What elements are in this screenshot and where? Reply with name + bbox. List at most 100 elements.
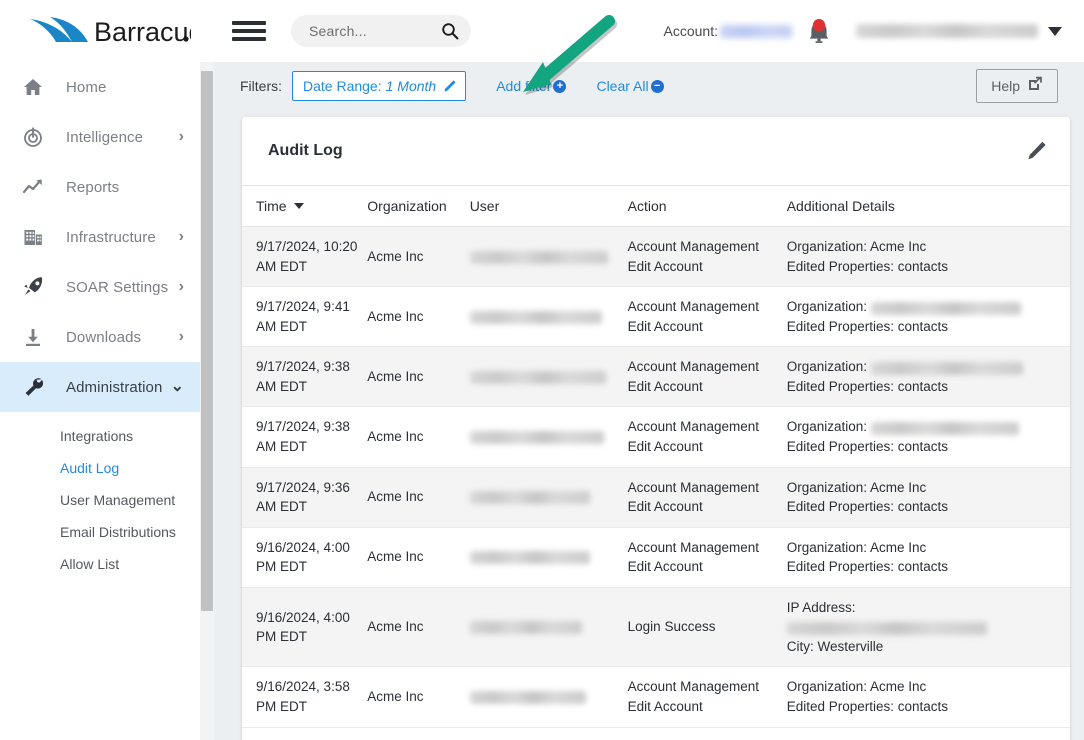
barracuda-logo[interactable]: Barracuda [0,0,200,62]
cell-user [469,666,628,728]
help-button[interactable]: Help [976,69,1058,103]
add-filter-button[interactable]: Add filter + [496,78,567,94]
table-row[interactable]: 9/17/2024, 9:38 AM EDT Acme Inc Account Ma… [242,406,1070,468]
column-header-label: Action [627,198,667,214]
cell-action: Account Management Edit Account [627,286,787,348]
table-row[interactable]: 9/17/2024, 9:41 AM EDT Acme Inc Account Ma… [242,286,1070,348]
sidebar-item-label: SOAR Settings [66,278,169,296]
cell-action: Account Management Edit Account [627,226,787,288]
action-line: Account Management [627,539,759,555]
sidebar-subitem-email-distributions[interactable]: Email Distributions [0,516,200,548]
action-line: Edit Account [627,438,703,454]
bell-icon[interactable] [806,17,832,45]
column-header-label: Organization [367,198,447,214]
column-header-time[interactable]: Time [242,185,368,227]
cell-user [469,527,628,588]
table-row[interactable]: 9/16/2024, 4:00 PM EDT Acme Inc Login Succ… [242,587,1070,668]
detail-line: Organization: [787,417,1064,437]
hamburger-menu-icon[interactable] [232,18,266,44]
detail-line: Organization: Acme Inc [786,479,927,495]
sidebar-item-administration[interactable]: Administration ⌄ [0,362,200,412]
cell-organization: Acme Inc [367,587,470,668]
account-area: Account: [664,0,1084,62]
action-line: Account Management [627,679,759,695]
cell-time: 9/17/2024, 9:38 AM EDT [242,346,368,408]
cell-organization: Acme Inc [367,226,470,288]
minus-icon: − [650,79,664,93]
wrench-icon [22,376,52,398]
table-row[interactable]: 9/17/2024, 9:38 AM EDT Acme Inc Account Ma… [242,346,1070,408]
detail-line: Edited Properties: contacts [786,699,949,714]
sidebar-subitem-integrations[interactable]: Integrations [0,420,200,452]
cell-additional-details: Organization: Acme Inc Edited Properties:… [786,666,1070,728]
cell-organization: Acme Inc [367,406,470,468]
sidebar-subitem-audit-log[interactable]: Audit Log [0,452,200,484]
audit-log-page: Barracuda Search... Account: [0,0,1084,740]
main-content: Filters: Date Range: 1 Month Add filter … [214,55,1084,740]
action-line: Account Management [627,359,759,375]
sidebar-item-infrastructure[interactable]: Infrastructure › [0,212,200,262]
page-scrollbar[interactable] [200,55,214,740]
scrollbar-thumb[interactable] [201,71,213,611]
cell-additional-details: Organization: Acme Inc Edited Properties:… [786,467,1070,528]
column-header-label: User [469,198,500,214]
cell-action: Account Management Edit Account [627,527,787,588]
user-value-redacted [469,370,606,384]
column-header-organization[interactable]: Organization [367,185,470,227]
column-header-user[interactable]: User [469,185,628,227]
sidebar-item-reports[interactable]: Reports [0,162,200,212]
cell-time: 9/17/2024, 9:41 AM EDT [242,286,368,348]
cell-additional-details: Organization: Acme Inc Edited Properties:… [786,527,1070,588]
action-line: Edit Account [627,318,703,334]
sidebar-subitem-user-management[interactable]: User Management [0,484,200,516]
detail-line: Organization: [787,297,1064,317]
cell-action: Login Success [627,587,787,668]
sidebar-subitem-label: Allow List [60,556,120,572]
chevron-right-icon: › [178,128,184,145]
column-header-action[interactable]: Action [627,185,787,227]
cell-user [469,587,628,668]
sidebar-item-soar-settings[interactable]: SOAR Settings › [0,262,200,312]
pencil-icon[interactable] [442,79,457,94]
column-header-label: Time [256,198,287,214]
action-line: Account Management [627,299,759,315]
sidebar-item-home[interactable]: Home [0,62,200,112]
table-row[interactable]: 9/16/2024, 4:00 PM EDT Acme Inc Account Ma… [242,527,1070,588]
search-input[interactable]: Search... [291,15,471,47]
date-range-filter-chip[interactable]: Date Range: 1 Month [292,71,467,101]
detail-line [786,617,1064,637]
user-value-redacted [469,691,586,705]
detail-line: Edited Properties: contacts [786,499,949,515]
sort-descending-icon [293,203,304,209]
user-value-redacted [469,491,590,505]
action-line: Account Management [627,239,759,254]
action-line: Login Success [627,619,716,635]
clear-all-button[interactable]: Clear All − [596,78,664,94]
date-range-key: Date Range: [303,78,382,94]
sidebar-item-downloads[interactable]: Downloads › [0,312,200,362]
sidebar: Home Intelligence › Reports Infrastructu… [0,62,200,740]
sidebar-item-intelligence[interactable]: Intelligence › [0,112,200,162]
column-header-additional-details[interactable]: Additional Details [786,185,1070,227]
user-value-redacted [469,621,582,635]
chevron-right-icon: › [178,328,184,345]
table-row[interactable]: 9/17/2024, 9:36 AM EDT Acme Inc Account Ma… [242,467,1070,528]
sidebar-item-label: Intelligence [66,128,144,146]
sidebar-subitem-allow-list[interactable]: Allow List [0,548,200,580]
action-line: Edit Account [627,258,703,274]
chevron-down-icon[interactable] [1048,26,1062,36]
detail-line: City: Westerville [786,638,884,654]
audit-log-card: Audit Log Time Organization User Action … [242,117,1070,740]
detail-line: Edited Properties: contacts [786,378,949,394]
cell-user [469,467,628,528]
table-row[interactable]: 9/16/2024, 3:58 PM EDT Acme Inc Account Ma… [242,666,1070,728]
cell-time: 9/17/2024, 9:38 AM EDT [242,406,368,468]
top-bar: Barracuda Search... Account: [0,0,1084,62]
chevron-right-icon: › [178,228,184,245]
cell-additional-details: Organization: Acme Inc Edited Properties:… [786,226,1070,288]
sidebar-item-label: Reports [66,178,120,196]
plus-icon: + [553,79,567,93]
trending-up-icon [22,176,52,198]
pencil-icon[interactable] [1026,140,1048,162]
table-row[interactable]: 9/17/2024, 10:20 AM EDT Acme Inc Account M… [242,226,1070,288]
